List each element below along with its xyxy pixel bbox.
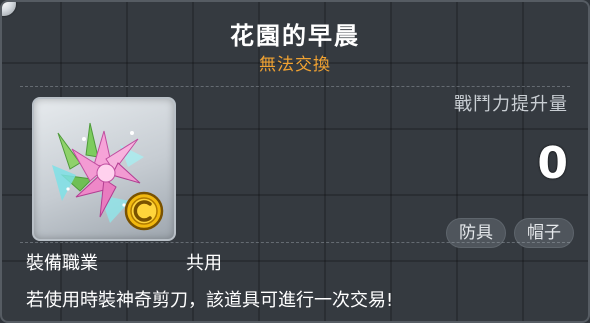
tag-hat: 帽子 bbox=[514, 218, 574, 248]
divider-bottom bbox=[20, 242, 570, 243]
item-name: 花園的早晨 bbox=[230, 22, 360, 50]
item-tooltip: 花園的早晨 無法交換 戰鬥力提升量 0 防具 帽子 裝備職業 共用 若使用時裝神… bbox=[0, 0, 590, 323]
item-icon-frame bbox=[32, 97, 176, 241]
gold-coin-c-icon bbox=[124, 191, 164, 231]
trade-status: 無法交換 bbox=[259, 55, 331, 75]
divider-top bbox=[20, 86, 570, 87]
item-description: 若使用時裝神奇剪刀，該道具可進行一次交易! bbox=[26, 290, 394, 311]
tag-armor: 防具 bbox=[446, 218, 506, 248]
job-value: 共用 bbox=[186, 253, 222, 274]
combat-power-value: 0 bbox=[537, 138, 568, 189]
combat-power-label: 戰鬥力提升量 bbox=[454, 94, 568, 115]
corner-knob-icon bbox=[2, 2, 16, 16]
category-tags: 防具 帽子 bbox=[446, 218, 574, 248]
job-label: 裝備職業 bbox=[26, 253, 98, 274]
crystal-flower-icon bbox=[52, 122, 164, 231]
job-row: 裝備職業 共用 bbox=[26, 249, 222, 275]
